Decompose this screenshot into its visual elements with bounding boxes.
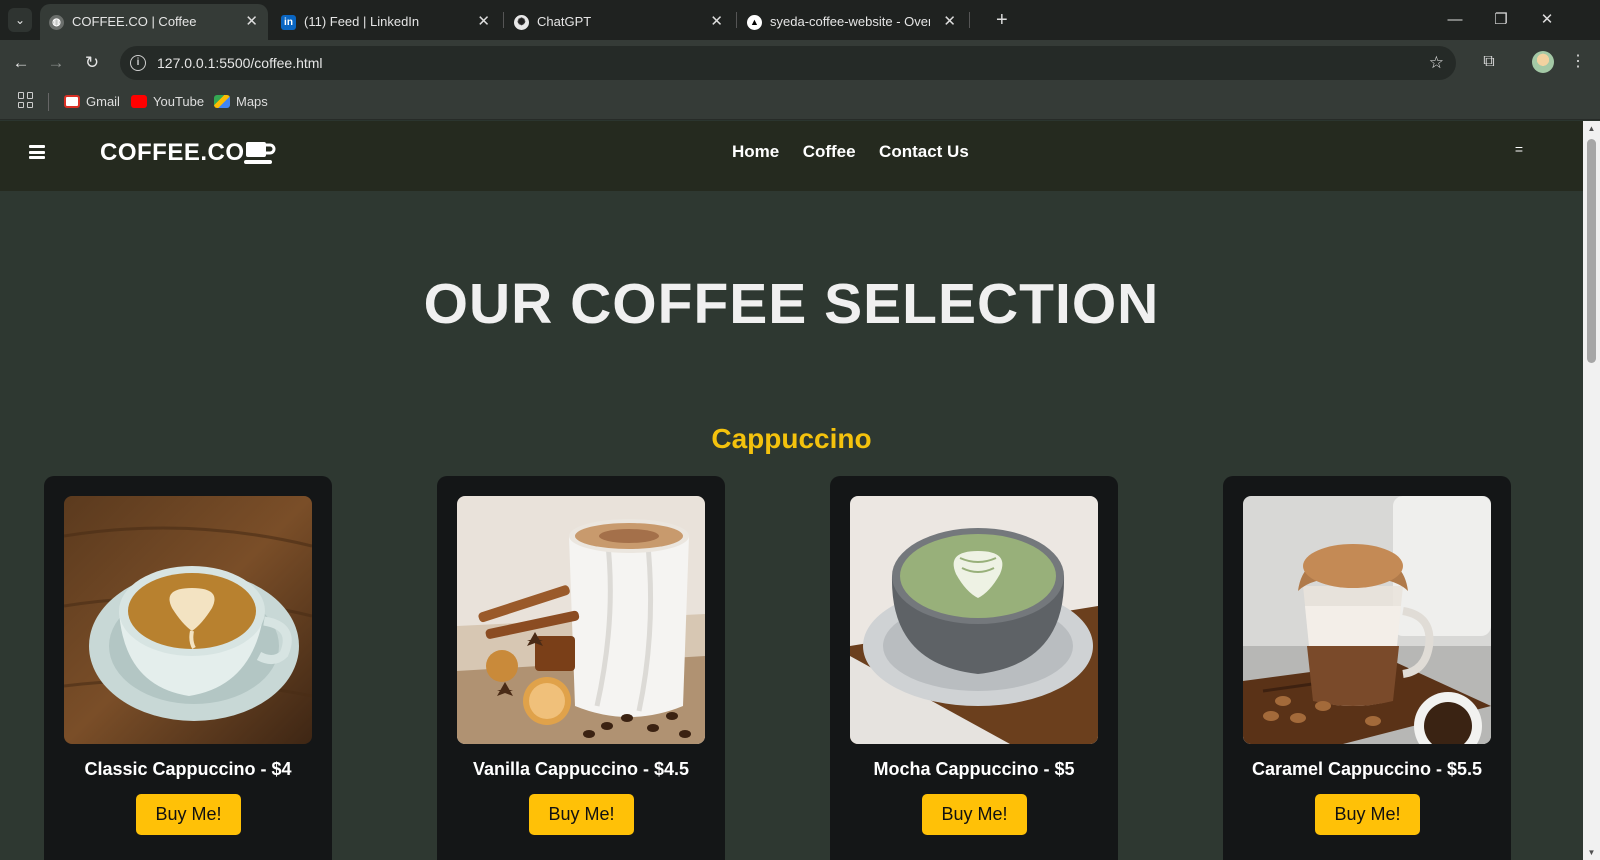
product-card: Mocha Cappuccino - $5 Buy Me! [830,476,1118,860]
close-tab-icon[interactable]: ✕ [245,4,258,40]
page-scrollbar[interactable]: ▲ ▼ [1583,121,1600,860]
caramel-cappuccino-image [1243,496,1491,744]
maps-icon [214,95,230,108]
nav-coffee[interactable]: Coffee [803,142,856,161]
minimize-icon[interactable]: — [1432,6,1478,34]
tab-divider [503,12,504,28]
product-card: Classic Cappuccino - $4 Buy Me! [44,476,332,860]
url-text[interactable]: 127.0.0.1:5500/coffee.html [157,46,323,80]
product-name: Vanilla Cappuccino - $4.5 [472,759,690,779]
product-card: Vanilla Cappuccino - $4.5 Buy Me! [437,476,725,860]
tab-vercel[interactable]: ▲ syeda-coffee-website - Overview ✕ [738,4,966,40]
extensions-puzzle-icon[interactable]: ⧉ [1478,51,1500,73]
tab-linkedin[interactable]: in (11) Feed | LinkedIn ✕ [272,4,500,40]
new-tab-plus-icon[interactable]: + [996,8,1008,32]
bookmark-label: YouTube [153,94,205,109]
restore-icon[interactable]: ❐ [1478,6,1524,34]
hamburger-menu-icon[interactable] [29,145,45,159]
gmail-icon [64,95,80,108]
chatgpt-icon: ✺ [514,15,529,30]
tab-coffee[interactable]: ◍ COFFEE.CO | Coffee ✕ [40,4,268,40]
youtube-icon [131,95,147,108]
bookmark-label: Maps [236,94,268,109]
tab-search-dropdown[interactable]: ⌄ [8,8,32,32]
classic-cappuccino-image [64,496,312,744]
scroll-down-arrow-icon[interactable]: ▼ [1583,848,1600,857]
site-header: COFFEE.CO Home Coffee Contact Us = [0,121,1583,191]
page-viewport: COFFEE.CO Home Coffee Contact Us = OUR C… [0,121,1583,860]
close-tab-icon[interactable]: ✕ [710,4,723,40]
tab-title: ChatGPT [537,14,592,29]
product-name: Caramel Cappuccino - $5.5 [1251,759,1483,779]
bookmark-star-icon[interactable]: ☆ [1429,46,1444,80]
back-arrow-icon[interactable]: ← [8,50,34,76]
bookmark-label: Gmail [86,94,120,109]
product-name: Classic Cappuccino - $4 [84,759,292,779]
nav-contact-us[interactable]: Contact Us [879,142,969,161]
section-title-cappuccino: Cappuccino [711,423,872,454]
tab-title: COFFEE.CO | Coffee [72,14,197,29]
scroll-up-arrow-icon[interactable]: ▲ [1583,124,1600,133]
bookmarks-bar: Gmail YouTube Maps [0,85,1600,120]
forward-arrow-icon[interactable]: → [43,50,69,76]
linkedin-icon: in [281,15,296,30]
browser-toolbar: ← → ↻ i 127.0.0.1:5500/coffee.html ☆ [0,40,1600,85]
close-tab-icon[interactable]: ✕ [943,4,956,40]
product-name: Mocha Cappuccino - $5 [873,759,1075,779]
close-tab-icon[interactable]: ✕ [477,4,490,40]
buy-button[interactable]: Buy Me! [1315,794,1420,835]
bookmark-youtube[interactable]: YouTube [131,85,204,119]
page-title: OUR COFFEE SELECTION [423,272,1160,336]
bookmarks-divider [48,93,49,111]
coffee-cup-icon [244,142,276,164]
apps-grid-icon[interactable] [18,92,34,108]
product-card: Caramel Cappuccino - $5.5 Buy Me! [1223,476,1511,860]
browser-tab-bar: ⌄ ◍ COFFEE.CO | Coffee ✕ in (11) Feed | … [0,0,1600,40]
tab-title: (11) Feed | LinkedIn [304,14,420,29]
scrollbar-thumb[interactable] [1587,139,1596,363]
nav-home[interactable]: Home [732,142,779,161]
reload-icon[interactable]: ↻ [79,50,105,76]
more-menu-icon[interactable]: ⋮ [1570,51,1586,73]
bookmark-maps[interactable]: Maps [214,85,268,119]
site-info-icon[interactable]: i [130,55,146,71]
vercel-triangle-icon: ▲ [747,15,762,30]
address-bar[interactable]: i 127.0.0.1:5500/coffee.html ☆ [120,46,1456,80]
bookmark-gmail[interactable]: Gmail [64,85,120,119]
mocha-cappuccino-image [850,496,1098,744]
vanilla-cappuccino-image [457,496,705,744]
globe-icon: ◍ [49,15,64,30]
tab-title: syeda-coffee-website - Overview [770,14,930,29]
brand-logo-text[interactable]: COFFEE.CO [100,137,245,169]
buy-button[interactable]: Buy Me! [136,794,241,835]
tab-divider [969,12,970,28]
close-window-icon[interactable]: ✕ [1524,6,1570,34]
tab-divider [736,12,737,28]
menu-toggle-icon[interactable]: = [1515,141,1523,157]
profile-avatar[interactable] [1532,51,1554,73]
buy-button[interactable]: Buy Me! [529,794,634,835]
buy-button[interactable]: Buy Me! [922,794,1027,835]
main-nav: Home Coffee Contact Us [732,121,988,183]
tab-chatgpt[interactable]: ✺ ChatGPT ✕ [505,4,733,40]
